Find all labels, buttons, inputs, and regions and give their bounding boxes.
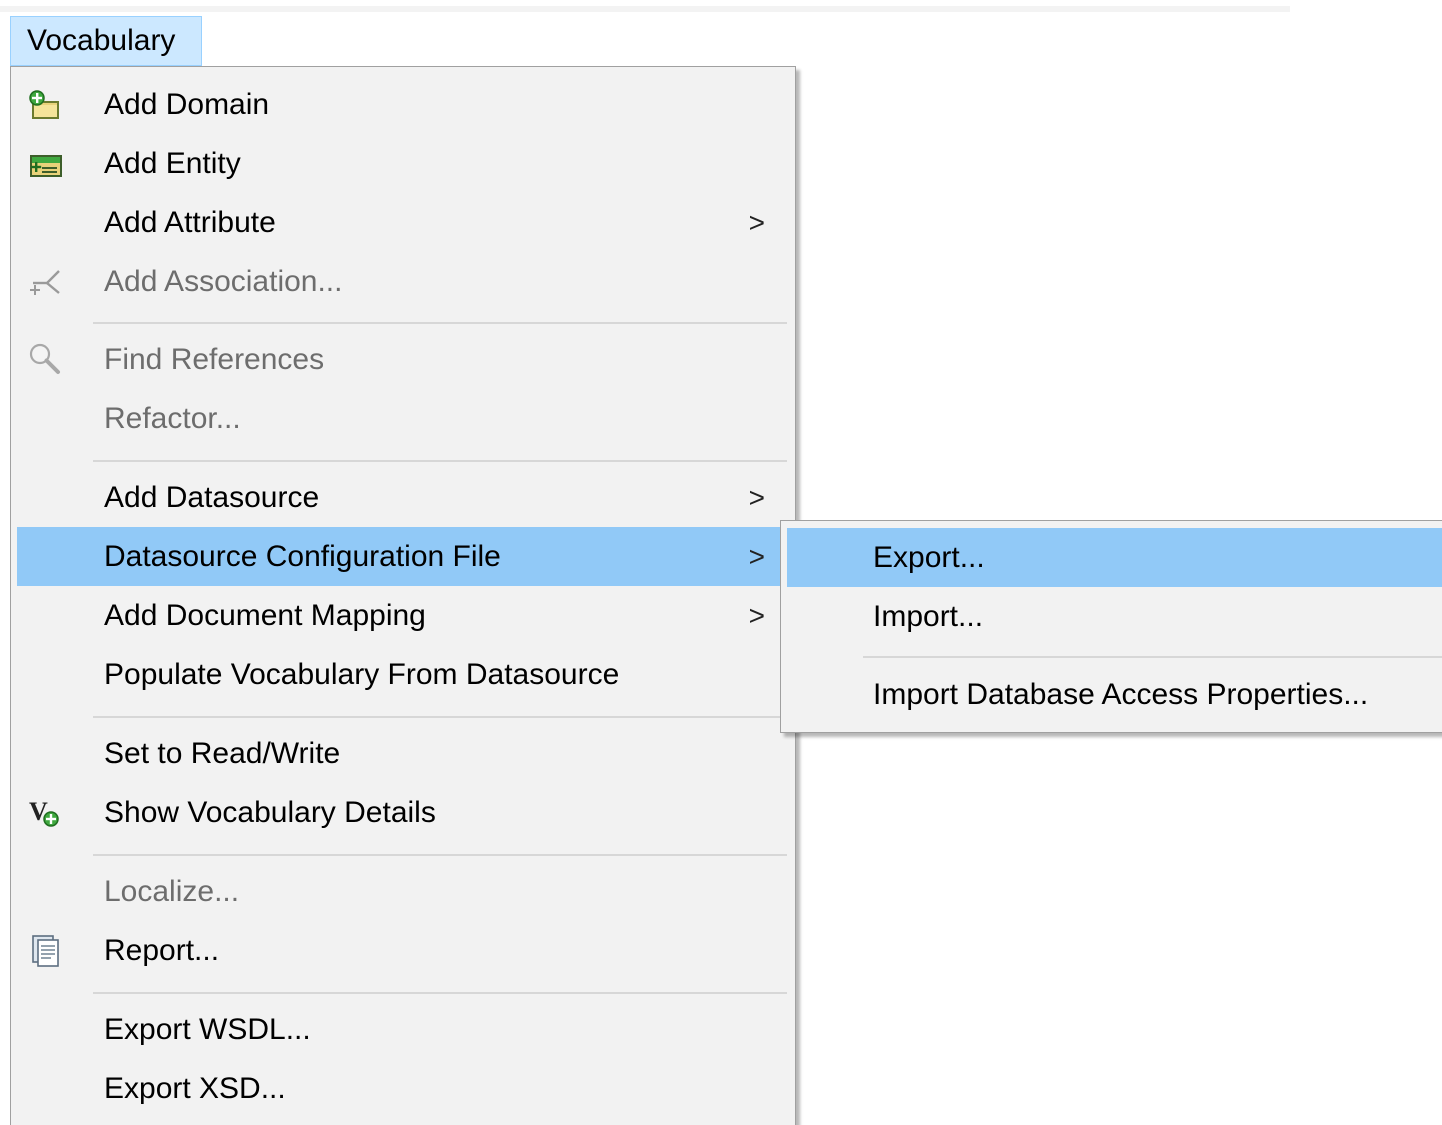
menu-item-label: Add Document Mapping bbox=[104, 599, 426, 632]
submenu-arrow-icon: > bbox=[748, 600, 765, 631]
menu-separator bbox=[93, 460, 787, 462]
menu-separator bbox=[93, 854, 787, 856]
page: Vocabulary Add Domain Add Entity Add Att… bbox=[0, 0, 1442, 1125]
menu-item-localize[interactable]: Localize... bbox=[17, 862, 789, 921]
add-association-icon bbox=[30, 270, 60, 295]
menu-item-add-association[interactable]: Add Association... bbox=[17, 252, 789, 311]
menu-item-report[interactable]: Report... bbox=[17, 921, 789, 980]
menu-item-label: Add Datasource bbox=[104, 481, 320, 514]
menu-item-set-read-write[interactable]: Set to Read/Write bbox=[17, 724, 789, 783]
submenu-arrow-icon: > bbox=[748, 541, 765, 572]
menu-item-label: Import... bbox=[873, 600, 984, 633]
menu-item-label: Localize... bbox=[104, 875, 240, 908]
menu-item-label: Datasource Configuration File bbox=[104, 540, 501, 573]
top-strip bbox=[0, 6, 1290, 12]
submenu-item-import[interactable]: Import... bbox=[787, 587, 1442, 646]
menu-item-label: Refactor... bbox=[104, 402, 241, 435]
menu-separator bbox=[93, 992, 787, 994]
menubar-vocabulary[interactable]: Vocabulary bbox=[10, 16, 202, 66]
menu-item-label: Populate Vocabulary From Datasource bbox=[104, 658, 620, 691]
submenu-item-export[interactable]: Export... bbox=[787, 528, 1442, 587]
menu-item-label: Report... bbox=[104, 934, 220, 967]
menu-item-export-wsdl[interactable]: Export WSDL... bbox=[17, 1000, 789, 1059]
menu-item-label: Set to Read/Write bbox=[104, 737, 341, 770]
add-domain-icon bbox=[29, 90, 59, 119]
menu-item-label: Export WSDL... bbox=[104, 1013, 311, 1046]
add-entity-icon bbox=[30, 155, 62, 177]
vocabulary-menu: Add Domain Add Entity Add Attribute > Ad… bbox=[10, 66, 796, 1125]
menu-item-label: Export XSD... bbox=[104, 1072, 286, 1105]
submenu-arrow-icon: > bbox=[748, 207, 765, 238]
menu-item-find-references[interactable]: Find References bbox=[17, 330, 789, 389]
menu-item-label: Add Domain bbox=[104, 88, 270, 121]
magnifier-icon bbox=[29, 343, 60, 374]
menu-item-add-domain[interactable]: Add Domain bbox=[17, 75, 789, 134]
menu-item-populate-vocabulary[interactable]: Populate Vocabulary From Datasource bbox=[17, 645, 789, 704]
menu-item-show-vocabulary-details[interactable]: V Show Vocabulary Details bbox=[17, 783, 789, 842]
menu-item-datasource-configuration-file[interactable]: Datasource Configuration File > bbox=[17, 527, 789, 586]
menu-item-label: Import Database Access Properties... bbox=[873, 678, 1369, 711]
menu-item-label: Add Entity bbox=[104, 147, 241, 180]
menu-item-refactor[interactable]: Refactor... bbox=[17, 389, 789, 448]
vocabulary-details-icon: V bbox=[29, 797, 59, 827]
menu-separator bbox=[863, 656, 1442, 658]
menu-item-add-datasource[interactable]: Add Datasource > bbox=[17, 468, 789, 527]
datasource-configuration-submenu: Export... Import... Import Database Acce… bbox=[780, 520, 1442, 733]
submenu-arrow-icon: > bbox=[748, 482, 765, 513]
menu-item-label: Find References bbox=[104, 343, 325, 376]
menu-item-add-document-mapping[interactable]: Add Document Mapping > bbox=[17, 586, 789, 645]
menu-separator bbox=[93, 716, 787, 718]
menu-item-add-entity[interactable]: Add Entity bbox=[17, 134, 789, 193]
menu-item-label: Export... bbox=[873, 541, 985, 574]
menu-item-label: Add Association... bbox=[104, 265, 343, 298]
submenu-item-import-database-access-properties[interactable]: Import Database Access Properties... bbox=[787, 665, 1442, 724]
menu-item-add-attribute[interactable]: Add Attribute > bbox=[17, 193, 789, 252]
menu-item-label: Add Attribute bbox=[104, 206, 276, 239]
menu-item-export-xsd[interactable]: Export XSD... bbox=[17, 1059, 789, 1118]
report-icon bbox=[32, 935, 59, 967]
menu-separator bbox=[93, 322, 787, 324]
menu-item-label: Show Vocabulary Details bbox=[104, 796, 436, 829]
